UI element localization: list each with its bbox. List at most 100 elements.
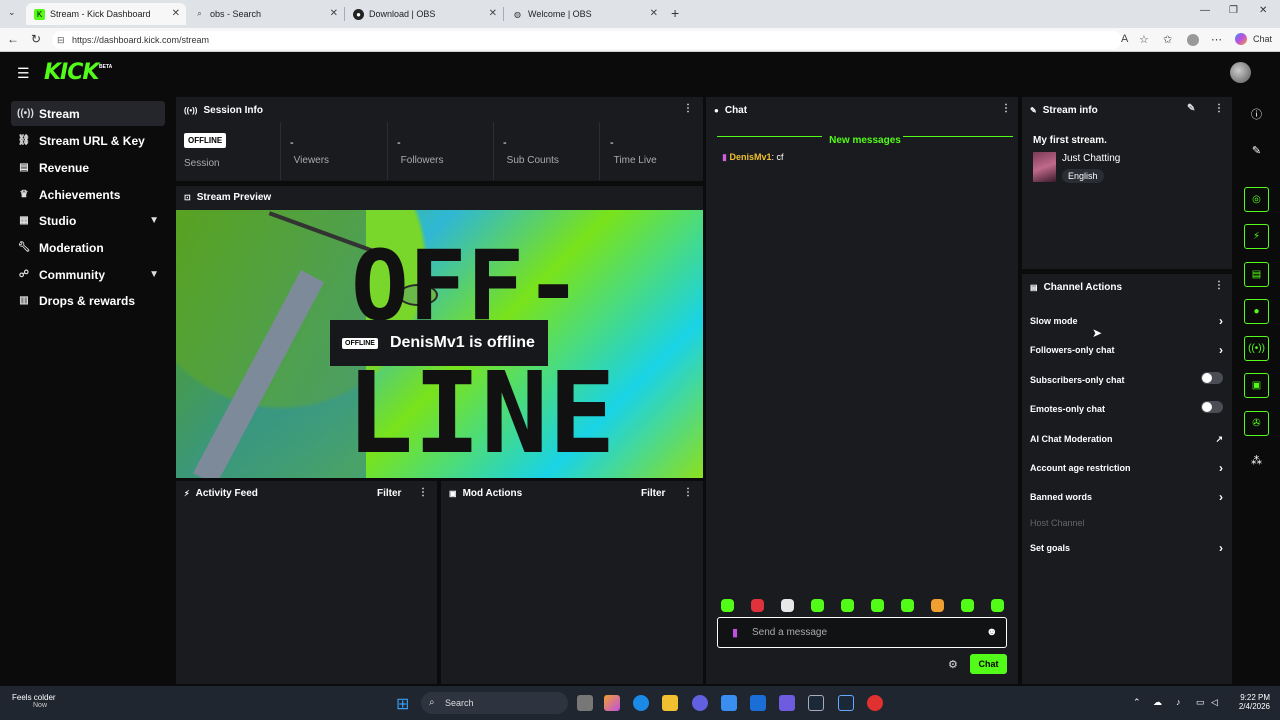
layout-icon[interactable]: ⁂ bbox=[1244, 448, 1269, 473]
edit-pencil-icon[interactable]: ✎ bbox=[1187, 103, 1195, 114]
emotes-only-toggle[interactable] bbox=[1201, 401, 1223, 413]
emote-icon[interactable] bbox=[961, 599, 974, 612]
steam-icon[interactable] bbox=[808, 695, 824, 711]
kebab-menu-icon[interactable]: ⋮ bbox=[418, 487, 428, 498]
read-aloud-icon[interactable]: A bbox=[1121, 33, 1128, 45]
copilot-app-icon[interactable] bbox=[604, 695, 620, 711]
stream-info-panel: ✎ Stream info ✎ ⋮ bbox=[1022, 97, 1232, 269]
clock-date: 2/4/2026 bbox=[1238, 702, 1270, 711]
emote-icon[interactable] bbox=[901, 599, 914, 612]
close-window-icon[interactable]: ✕ bbox=[1259, 5, 1267, 16]
chat-username[interactable]: DenisMv1 bbox=[729, 152, 771, 162]
copilot-icon bbox=[1235, 33, 1247, 45]
teams-icon[interactable] bbox=[779, 695, 795, 711]
mod-filter-button[interactable]: Filter bbox=[641, 488, 665, 499]
task-view-icon[interactable] bbox=[577, 695, 593, 711]
refresh-icon[interactable]: ↻ bbox=[31, 32, 41, 46]
outlook-icon[interactable] bbox=[750, 695, 766, 711]
nav-item-stream-url-key[interactable]: ⛓ Stream URL & Key bbox=[11, 128, 165, 153]
action-account-age-restriction[interactable]: Account age restriction › bbox=[1030, 461, 1225, 475]
action-set-goals[interactable]: Set goals › bbox=[1030, 541, 1225, 555]
wrench-icon[interactable]: ✇ bbox=[1244, 411, 1269, 436]
broadcast-icon[interactable]: ((•)) bbox=[1244, 336, 1269, 361]
close-icon[interactable]: ✕ bbox=[650, 8, 658, 19]
action-banned-words[interactable]: Banned words › bbox=[1030, 490, 1225, 504]
kick-logo[interactable]: KICK bbox=[44, 60, 99, 85]
emote-icon[interactable] bbox=[871, 599, 884, 612]
edge-icon[interactable] bbox=[633, 695, 649, 711]
emote-icon[interactable] bbox=[811, 599, 824, 612]
notes-icon[interactable]: ▤ bbox=[1244, 262, 1269, 287]
activity-filter-button[interactable]: Filter bbox=[377, 488, 401, 499]
windows-start-icon[interactable]: ⊞ bbox=[396, 694, 409, 714]
tray-chevron-icon[interactable]: ⌃ bbox=[1133, 697, 1141, 708]
kebab-menu-icon[interactable]: ⋮ bbox=[1214, 280, 1224, 291]
cloud-icon[interactable]: ☁ bbox=[1153, 697, 1162, 708]
nav-item-moderation[interactable]: 🔧︎ Moderation bbox=[11, 235, 165, 260]
tab-list-chevron-icon[interactable]: ⌄ bbox=[8, 7, 16, 18]
taskbar-search[interactable]: ⌕ Search bbox=[421, 692, 568, 714]
screenshot-icon[interactable]: ◎ bbox=[1244, 187, 1269, 212]
restore-icon[interactable]: ❐ bbox=[1229, 5, 1238, 16]
chat-send-button[interactable]: Chat bbox=[970, 654, 1007, 674]
tab-download-obs[interactable]: ● Download | OBS ✕ bbox=[345, 3, 503, 25]
close-icon[interactable]: ✕ bbox=[172, 8, 180, 19]
copilot-chat-button[interactable]: Chat bbox=[1253, 34, 1272, 44]
kebab-menu-icon[interactable]: ⋮ bbox=[683, 103, 693, 114]
network-icon[interactable]: ▭ bbox=[1196, 697, 1205, 708]
steam-alt-icon[interactable] bbox=[838, 695, 854, 711]
file-explorer-icon[interactable] bbox=[662, 695, 678, 711]
emote-icon[interactable] bbox=[721, 599, 734, 612]
chat-input[interactable]: ▮ Send a message ☻ bbox=[717, 617, 1007, 648]
nav-item-stream[interactable]: ((•)) Stream bbox=[11, 101, 165, 126]
nav-item-studio[interactable]: ▦ Studio ▼ bbox=[11, 208, 165, 233]
favorite-star-icon[interactable]: ☆ bbox=[1139, 33, 1149, 46]
kebab-menu-icon[interactable]: ⋮ bbox=[683, 487, 693, 498]
tab-kick-dashboard[interactable]: K Stream - Kick Dashboard ✕ bbox=[26, 3, 186, 25]
tab-obs-search[interactable]: ⌕ obs - Search ✕ bbox=[186, 3, 344, 25]
emote-icon[interactable] bbox=[931, 599, 944, 612]
weather-widget[interactable]: Feels colder Now bbox=[12, 693, 56, 709]
emote-icon[interactable] bbox=[781, 599, 794, 612]
lightning-icon[interactable]: ⚡︎ bbox=[1244, 224, 1269, 249]
kebab-menu-icon[interactable]: ⋮ bbox=[1001, 103, 1011, 114]
nav-item-revenue[interactable]: ▤ Revenue bbox=[11, 155, 165, 180]
back-icon[interactable]: ← bbox=[7, 32, 19, 46]
profile-icon[interactable] bbox=[1187, 34, 1199, 46]
hamburger-menu-icon[interactable]: ☰ bbox=[17, 65, 30, 82]
nav-item-achievements[interactable]: ♛ Achievements bbox=[11, 182, 165, 207]
speaker-icon[interactable]: ◁ bbox=[1211, 697, 1218, 708]
emoji-icon[interactable]: ☻ bbox=[986, 626, 998, 638]
action-followers-only-chat[interactable]: Followers-only chat › bbox=[1030, 343, 1225, 357]
emote-icon[interactable] bbox=[841, 599, 854, 612]
info-icon[interactable]: ⓘ bbox=[1244, 101, 1269, 126]
url-field[interactable]: ⊟ https://dashboard.kick.com/stream bbox=[52, 31, 1122, 49]
minimize-icon[interactable]: — bbox=[1200, 5, 1210, 16]
pencil-icon[interactable]: ✎ bbox=[1244, 138, 1269, 163]
nav-item-drops-rewards[interactable]: ▥ Drops & rewards bbox=[11, 288, 165, 313]
taskbar-clock[interactable]: 9:22 PM 2/4/2026 bbox=[1226, 693, 1270, 711]
close-icon[interactable]: ✕ bbox=[330, 8, 338, 19]
action-slow-mode[interactable]: Slow mode › bbox=[1030, 314, 1225, 328]
stream-category[interactable]: Just Chatting bbox=[1062, 153, 1120, 164]
discord-icon[interactable] bbox=[692, 695, 708, 711]
action-ai-chat-moderation[interactable]: AI Chat Moderation ↗ bbox=[1030, 434, 1225, 444]
subscribers-only-toggle[interactable] bbox=[1201, 372, 1223, 384]
kebab-menu-icon[interactable]: ⋮ bbox=[1214, 103, 1224, 114]
close-icon[interactable]: ✕ bbox=[489, 8, 497, 19]
chat-settings-gear-icon[interactable]: ⚙ bbox=[948, 658, 958, 671]
favorites-icon[interactable]: ✩ bbox=[1163, 33, 1172, 46]
nav-item-community[interactable]: ☍ Community ▼ bbox=[11, 262, 165, 287]
emote-icon[interactable] bbox=[991, 599, 1004, 612]
site-info-icon[interactable]: ⊟ bbox=[57, 31, 65, 49]
store-icon[interactable] bbox=[721, 695, 737, 711]
chat-icon[interactable]: ● bbox=[1244, 299, 1269, 324]
obs-app-icon[interactable] bbox=[867, 695, 883, 711]
tab-welcome-obs[interactable]: ◍ Welcome | OBS ✕ bbox=[504, 3, 664, 25]
more-icon[interactable]: ⋯ bbox=[1211, 33, 1222, 46]
emote-icon[interactable] bbox=[751, 599, 764, 612]
mod-actions-icon[interactable]: ▣ bbox=[1244, 373, 1269, 398]
microphone-icon[interactable]: ♪ bbox=[1176, 697, 1181, 707]
new-tab-icon[interactable]: + bbox=[671, 5, 679, 21]
user-avatar[interactable] bbox=[1230, 62, 1251, 83]
